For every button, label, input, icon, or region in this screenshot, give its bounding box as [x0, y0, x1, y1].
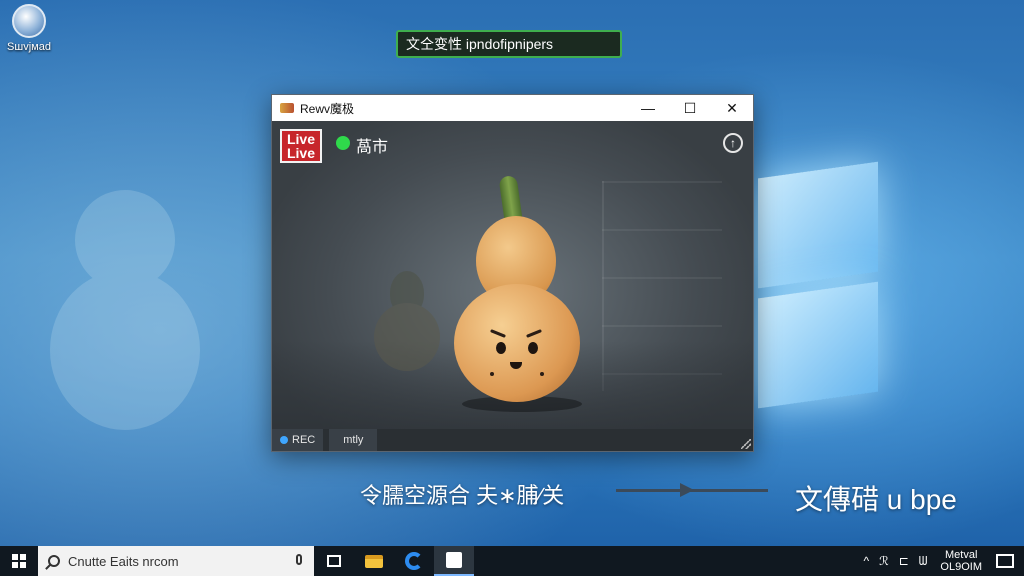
wifi-icon[interactable]: ᗯ — [919, 554, 928, 569]
clock[interactable]: Metval ОL9OIM — [940, 549, 982, 573]
desktop-icon-label: Sшvjмad — [7, 41, 51, 53]
rec-dot-icon — [280, 436, 288, 444]
clock-date: ОL9OIM — [940, 561, 982, 573]
rec-indicator[interactable]: REC — [272, 429, 324, 451]
windows-start-icon — [12, 554, 26, 568]
app-taskbar-button[interactable] — [434, 546, 474, 576]
online-status-dot — [336, 136, 350, 150]
task-view-icon — [327, 555, 341, 567]
live-badge-line-2: Live — [286, 145, 315, 161]
task-view-button[interactable] — [314, 546, 354, 576]
taskbar-search[interactable]: Cnutte Eaits nrcom — [38, 546, 314, 576]
edge-icon — [405, 552, 423, 570]
notification-center-icon[interactable] — [996, 554, 1014, 568]
app-window[interactable]: Rewv魔极 — ☐ ✕ Live Live 萵市 ↑ REC mtly — [271, 94, 754, 452]
microphone-icon[interactable] — [296, 554, 302, 565]
rec-label: REC — [292, 434, 316, 446]
minimize-button[interactable]: — — [627, 95, 669, 121]
file-explorer-button[interactable] — [354, 546, 394, 576]
clock-time: Metval — [945, 549, 978, 561]
gourd-character — [452, 175, 582, 406]
caption-right: 文傳碏 u bpe — [795, 484, 957, 515]
top-notification[interactable]: 文仝变性 ipndofipnipers — [396, 30, 622, 58]
share-icon[interactable]: ↑ — [723, 133, 743, 153]
maximize-button[interactable]: ☐ — [669, 95, 711, 121]
start-button[interactable] — [0, 546, 38, 576]
statusbar-tag[interactable]: mtly — [329, 429, 378, 451]
video-stream[interactable]: Live Live 萵市 ↑ — [272, 121, 753, 431]
window-titlebar[interactable]: Rewv魔极 — ☐ ✕ — [272, 95, 753, 121]
caption-left: 令臑空源合 夫∗脯∕关 — [360, 483, 565, 508]
tray-overflow-icon[interactable]: ^ — [863, 554, 869, 568]
edge-button[interactable] — [394, 546, 434, 576]
app-icon — [280, 103, 294, 113]
system-tray: ^ ℛ ⊏ ᗯ Metval ОL9OIM — [858, 546, 1024, 576]
background-gourd — [372, 271, 442, 371]
desktop-icon[interactable]: Sшvjмad — [2, 4, 56, 53]
arrow-icon — [616, 483, 768, 497]
live-badge-line-1: Live — [286, 131, 315, 147]
resize-grip-icon[interactable] — [741, 439, 751, 449]
battery-icon[interactable]: ⊏ — [899, 554, 909, 568]
close-button[interactable]: ✕ — [711, 95, 753, 121]
network-icon[interactable]: ℛ — [879, 554, 889, 568]
window-title: Rewv魔极 — [300, 101, 355, 116]
live-badge: Live Live — [280, 129, 322, 163]
stream-status-text: 萵市 — [356, 139, 389, 156]
folder-icon — [365, 554, 383, 568]
recycle-bin-icon — [12, 4, 46, 38]
search-placeholder: Cnutte Eaits nrcom — [68, 553, 179, 569]
background-gourd-shape — [40, 150, 210, 460]
search-icon — [48, 555, 60, 567]
windows-logo-wallpaper — [752, 150, 892, 420]
taskbar: Cnutte Eaits nrcom ^ ℛ ⊏ ᗯ Metval ОL9OIM — [0, 546, 1024, 576]
app-icon — [446, 552, 462, 568]
window-statusbar: REC mtly — [272, 429, 753, 451]
